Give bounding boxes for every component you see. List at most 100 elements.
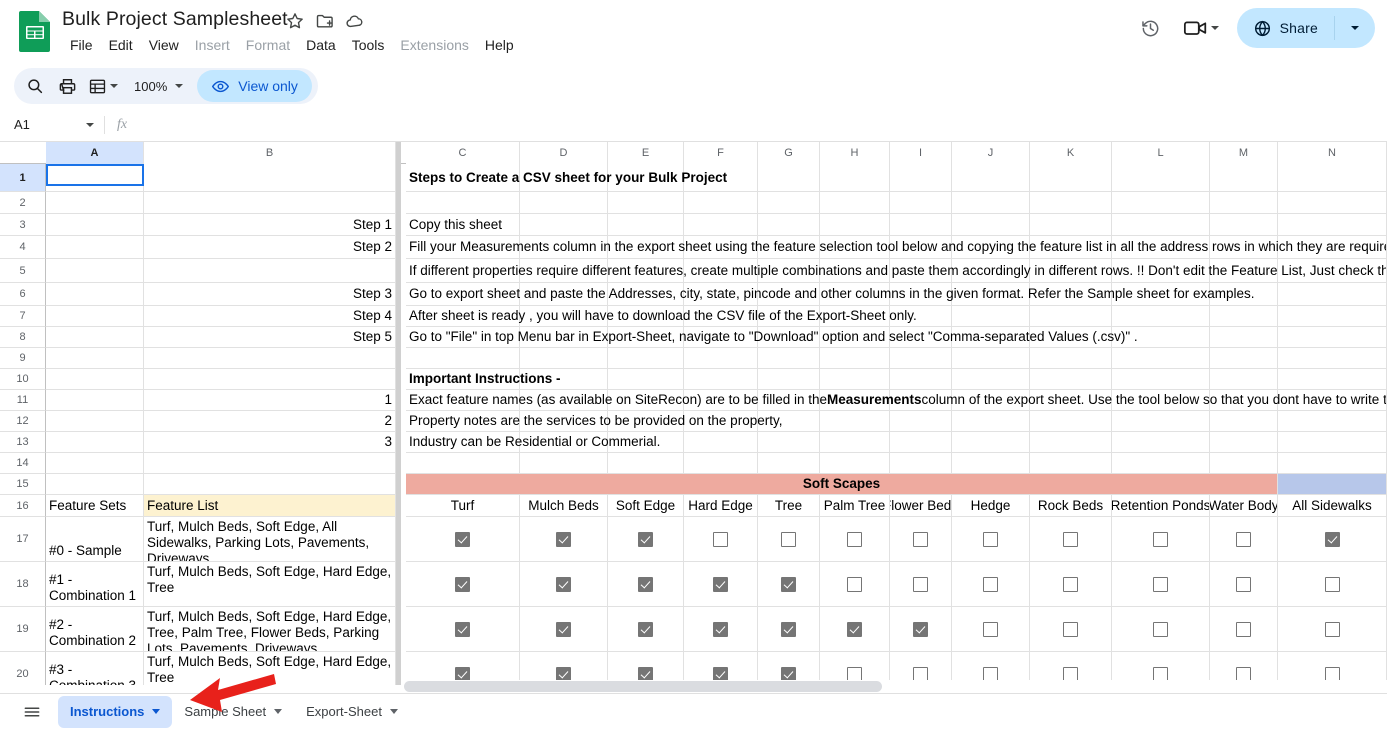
star-icon[interactable] — [285, 11, 305, 31]
checkbox-cell[interactable] — [952, 517, 1030, 562]
checkbox-unchecked-icon[interactable] — [1153, 621, 1168, 637]
sheet-tab-export-sheet[interactable]: Export-Sheet — [294, 696, 410, 728]
checkbox-checked-icon[interactable] — [556, 531, 571, 547]
cell-c1-title[interactable]: Steps to Create a CSV sheet for your Bul… — [406, 164, 1387, 192]
spreadsheet-view-icon[interactable] — [84, 71, 122, 101]
checkbox-unchecked-icon[interactable] — [1153, 576, 1168, 592]
row-header-1[interactable]: 1 — [0, 164, 46, 192]
checkbox-checked-icon[interactable] — [556, 576, 571, 592]
checkbox-unchecked-icon[interactable] — [983, 531, 998, 547]
row-header-13[interactable]: 13 — [0, 432, 46, 453]
checkbox-cell[interactable] — [520, 562, 608, 607]
column-header-f[interactable]: F — [684, 142, 758, 164]
grid-cell-B1[interactable] — [144, 164, 396, 192]
checkbox-cell[interactable] — [1210, 517, 1278, 562]
grid-cell-D14[interactable] — [520, 453, 608, 474]
checkbox-cell[interactable] — [406, 562, 520, 607]
checkbox-cell[interactable] — [890, 607, 952, 652]
chevron-down-icon[interactable] — [152, 709, 161, 714]
cell-c12[interactable]: Property notes are the services to be pr… — [406, 411, 1387, 432]
checkbox-cell[interactable] — [1210, 607, 1278, 652]
chevron-down-icon[interactable] — [110, 84, 118, 88]
checkbox-unchecked-icon[interactable] — [1153, 531, 1168, 547]
column-header-m[interactable]: M — [1210, 142, 1278, 164]
cell-feature-set-name[interactable]: #2 - Combination 2 — [46, 607, 144, 652]
checkbox-cell[interactable] — [684, 562, 758, 607]
cell-b4-step2[interactable]: Step 2 — [144, 236, 396, 259]
checkbox-cell[interactable] — [608, 607, 684, 652]
row-header-7[interactable]: 7 — [0, 306, 46, 327]
grid-cell-B5[interactable] — [144, 259, 396, 283]
grid-cell-A12[interactable] — [46, 411, 144, 432]
checkbox-cell[interactable] — [520, 517, 608, 562]
grid-cell-I14[interactable] — [890, 453, 952, 474]
grid-cell-C14[interactable] — [406, 453, 520, 474]
column-header-d[interactable]: D — [520, 142, 608, 164]
menu-data[interactable]: Data — [298, 33, 344, 57]
column-header-l[interactable]: L — [1112, 142, 1210, 164]
checkbox-checked-icon[interactable] — [913, 621, 928, 637]
search-icon[interactable] — [20, 71, 50, 101]
share-main[interactable]: Share — [1237, 8, 1334, 48]
checkbox-cell[interactable] — [1030, 517, 1112, 562]
menu-file[interactable]: File — [62, 33, 101, 57]
cell-feature-list[interactable]: Turf, Mulch Beds, Soft Edge, All Sidewal… — [144, 517, 396, 562]
cell-feature-set-name[interactable]: #3 - Combination 3 — [46, 652, 144, 685]
checkbox-cell[interactable] — [1278, 517, 1387, 562]
checkbox-unchecked-icon[interactable] — [983, 621, 998, 637]
cell-b3-step1[interactable]: Step 1 — [144, 214, 396, 236]
column-header-a[interactable]: A — [46, 142, 144, 164]
grid-cell-E9[interactable] — [608, 348, 684, 369]
grid-cell-M14[interactable] — [1210, 453, 1278, 474]
checkbox-unchecked-icon[interactable] — [983, 576, 998, 592]
grid-cell-H14[interactable] — [820, 453, 890, 474]
grid-cell-B15[interactable] — [144, 474, 396, 495]
checkbox-unchecked-icon[interactable] — [781, 531, 796, 547]
view-only-badge[interactable]: View only — [197, 70, 312, 102]
menu-insert[interactable]: Insert — [187, 33, 238, 57]
cell-c8[interactable]: Go to "File" in top Menu bar in Export-S… — [406, 327, 1387, 348]
checkbox-cell[interactable] — [1278, 607, 1387, 652]
grid-cell-F14[interactable] — [684, 453, 758, 474]
checkbox-cell[interactable] — [608, 517, 684, 562]
menu-view[interactable]: View — [141, 33, 187, 57]
cell-feature-list[interactable]: Turf, Mulch Beds, Soft Edge, Hard Edge, … — [144, 562, 396, 607]
checkbox-cell[interactable] — [1278, 562, 1387, 607]
grid-cell-A15[interactable] — [46, 474, 144, 495]
column-header-n[interactable]: N — [1278, 142, 1387, 164]
grid-cell-A3[interactable] — [46, 214, 144, 236]
grid-cell-K14[interactable] — [1030, 453, 1112, 474]
chevron-down-icon[interactable] — [1210, 26, 1219, 30]
column-header-i[interactable]: I — [890, 142, 952, 164]
cell-b11[interactable]: 1 — [144, 390, 396, 411]
row-header-5[interactable]: 5 — [0, 259, 46, 283]
checkbox-checked-icon[interactable] — [1324, 531, 1340, 547]
grid-cell-B2[interactable] — [144, 192, 396, 214]
column-header-k[interactable]: K — [1030, 142, 1112, 164]
checkbox-cell[interactable] — [758, 607, 820, 652]
row-header-17[interactable]: 17 — [0, 517, 46, 562]
cell-b7-step4[interactable]: Step 4 — [144, 306, 396, 327]
checkbox-cell[interactable] — [952, 562, 1030, 607]
checkbox-cell[interactable] — [608, 562, 684, 607]
menu-format[interactable]: Format — [238, 33, 298, 57]
checkbox-checked-icon[interactable] — [781, 576, 796, 592]
grid-cell-F9[interactable] — [684, 348, 758, 369]
checkbox-unchecked-icon[interactable] — [1063, 621, 1078, 637]
sheet-tab-instructions[interactable]: Instructions — [58, 695, 173, 728]
hamburger-menu-icon[interactable] — [12, 696, 52, 728]
checkbox-unchecked-icon[interactable] — [713, 531, 728, 547]
grid-cell-A10[interactable] — [46, 369, 144, 390]
grid-cell-H9[interactable] — [820, 348, 890, 369]
cloud-saved-icon[interactable] — [345, 11, 365, 31]
grid-cell-I2[interactable] — [890, 192, 952, 214]
checkbox-checked-icon[interactable] — [713, 621, 728, 637]
checkbox-unchecked-icon[interactable] — [1063, 531, 1078, 547]
grid-cell-A8[interactable] — [46, 327, 144, 348]
checkbox-cell[interactable] — [684, 607, 758, 652]
grid-cell-L2[interactable] — [1112, 192, 1210, 214]
row-header-10[interactable]: 10 — [0, 369, 46, 390]
grid-cell-E14[interactable] — [608, 453, 684, 474]
grid-cell-M2[interactable] — [1210, 192, 1278, 214]
checkbox-cell[interactable] — [758, 517, 820, 562]
